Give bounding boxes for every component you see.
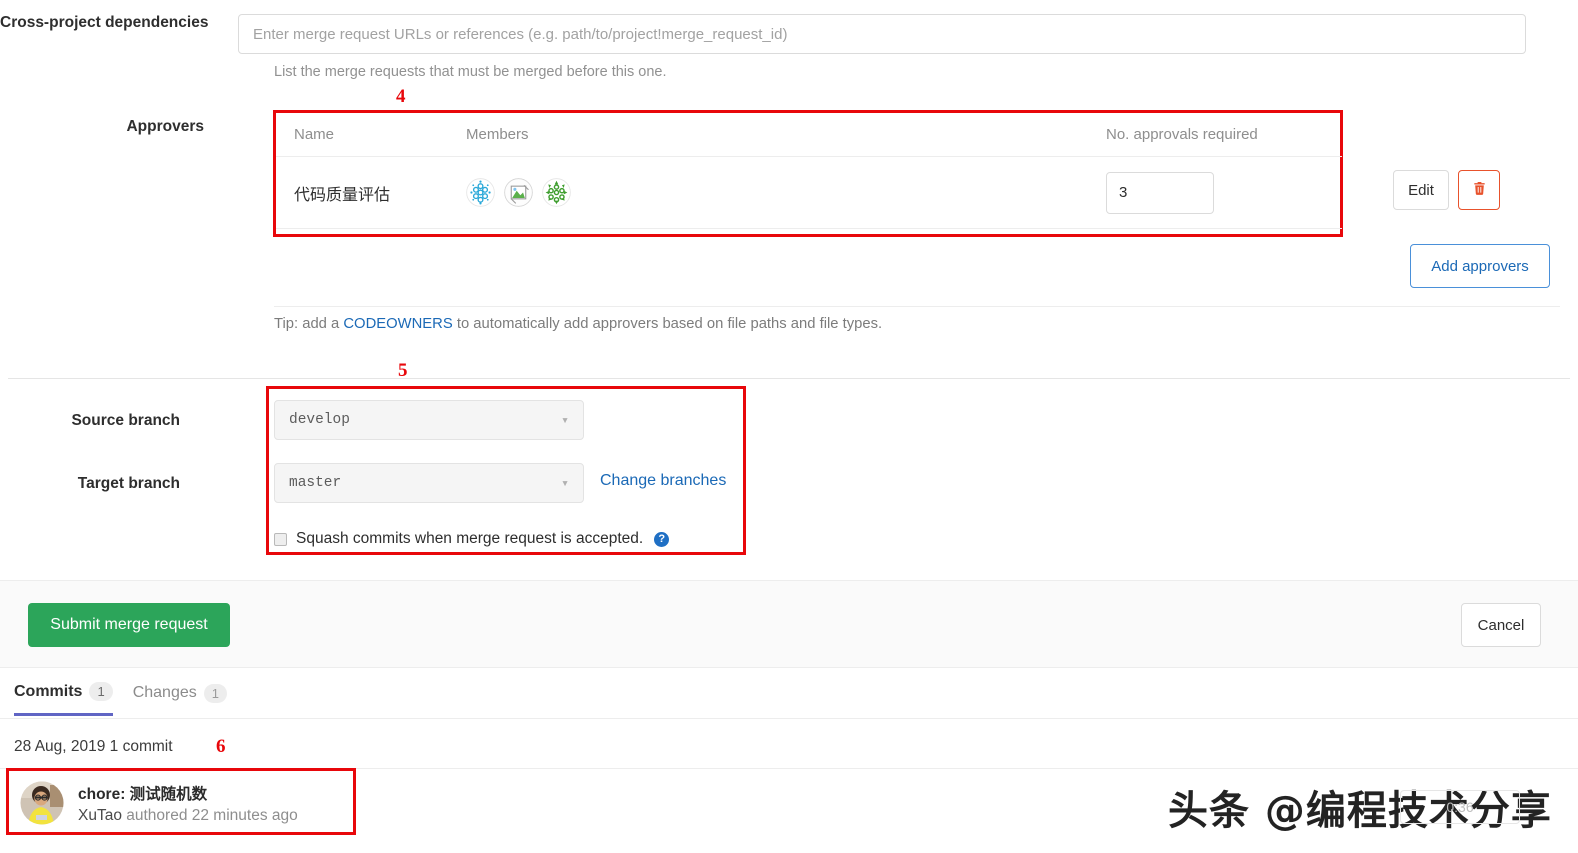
squash-commits-checkbox[interactable] — [274, 532, 287, 546]
squash-commits-label: Squash commits when merge request is acc… — [296, 530, 644, 547]
cross-project-dependencies-label: Cross-project dependencies — [0, 14, 209, 31]
commit-meta-suffix: authored 22 minutes ago — [121, 806, 298, 824]
tabs-divider — [0, 718, 1578, 719]
target-branch-value: master — [289, 475, 342, 491]
approver-group-name: 代码质量评估 — [294, 186, 391, 204]
approver-members-cell — [466, 178, 1106, 207]
cross-project-helper-text: List the merge requests that must be mer… — [274, 64, 667, 80]
tab-commits-count: 1 — [89, 682, 113, 701]
target-branch-select[interactable]: master ▾ — [274, 463, 584, 503]
form-actions-bar: Submit merge request Cancel — [0, 580, 1578, 668]
tab-commits[interactable]: Commits 1 — [14, 682, 113, 716]
commit-meta: XuTao authored 22 minutes ago — [78, 807, 298, 825]
approvers-divider — [274, 306, 1560, 307]
member-avatars — [466, 178, 1106, 207]
target-branch-label: Target branch — [77, 475, 180, 492]
help-icon[interactable]: ? — [654, 531, 670, 547]
approvers-table-header: Name Members No. approvals required — [276, 113, 1342, 157]
chevron-down-icon: ▾ — [561, 412, 569, 428]
annotation-number-6: 6 — [216, 736, 226, 757]
add-approvers-button[interactable]: Add approvers — [1410, 244, 1550, 288]
codeowners-tip: Tip: add a CODEOWNERS to automatically a… — [274, 316, 882, 332]
list-item[interactable]: chore: 测试随机数 XuTao authored 22 minutes a… — [8, 770, 356, 836]
annotation-number-4: 4 — [396, 86, 406, 107]
commit-date-heading: 28 Aug, 2019 1 commit — [14, 738, 173, 755]
tab-changes[interactable]: Changes 1 — [132, 683, 227, 715]
cross-project-dependencies-field — [238, 14, 1578, 54]
source-branch-label: Source branch — [71, 412, 180, 429]
codeowners-link[interactable]: CODEOWNERS — [343, 316, 452, 332]
approvals-required-input[interactable] — [1106, 171, 1214, 214]
approvals-required-cell — [1106, 171, 1342, 214]
cancel-button[interactable]: Cancel — [1461, 603, 1541, 647]
cross-project-dependencies-row: Cross-project dependencies — [0, 14, 1578, 54]
annotation-number-5: 5 — [398, 360, 408, 381]
source-branch-value: develop — [289, 412, 350, 428]
column-header-approvals: No. approvals required — [1106, 126, 1258, 143]
approvers-table: Name Members No. approvals required 代码质量… — [276, 113, 1342, 229]
commit-text-block: chore: 测试随机数 XuTao authored 22 minutes a… — [78, 782, 298, 825]
codeowners-tip-suffix: to automatically add approvers based on … — [452, 316, 883, 332]
broken-image-avatar[interactable] — [504, 178, 533, 207]
source-branch-select[interactable]: develop ▾ — [274, 400, 584, 440]
merge-request-tabs: Commits 1 Changes 1 — [14, 682, 227, 716]
edit-approver-button[interactable]: Edit — [1393, 170, 1449, 210]
watermark-timestamp: 0:36 — [1400, 790, 1520, 824]
chevron-down-icon: ▾ — [561, 475, 569, 491]
cross-project-dependencies-input[interactable] — [238, 14, 1526, 54]
tab-commits-label: Commits — [14, 682, 83, 700]
delete-approver-button[interactable] — [1458, 170, 1500, 210]
column-header-members: Members — [466, 126, 529, 143]
tab-changes-count: 1 — [203, 683, 227, 703]
approvers-label: Approvers — [126, 118, 204, 135]
submit-merge-request-button[interactable]: Submit merge request — [28, 603, 230, 647]
green-identicon-avatar[interactable] — [542, 178, 571, 207]
commits-divider — [0, 768, 1578, 769]
commit-title: chore: 测试随机数 — [78, 785, 208, 803]
user-photo-avatar[interactable] — [20, 781, 64, 825]
squash-commits-row: Squash commits when merge request is acc… — [274, 530, 670, 548]
commit-author[interactable]: XuTao — [78, 807, 122, 824]
trash-icon — [1472, 181, 1487, 200]
section-divider — [8, 378, 1570, 379]
change-branches-link[interactable]: Change branches — [600, 472, 726, 490]
blue-identicon-avatar[interactable] — [466, 178, 495, 207]
merge-request-form-page: Cross-project dependencies List the merg… — [0, 0, 1578, 853]
table-row: 代码质量评估 — [276, 157, 1342, 229]
tab-changes-label: Changes — [132, 684, 197, 701]
codeowners-tip-prefix: Tip: add a — [274, 316, 344, 332]
approver-row-actions: Edit — [1393, 170, 1500, 210]
column-header-name: Name — [294, 126, 335, 143]
